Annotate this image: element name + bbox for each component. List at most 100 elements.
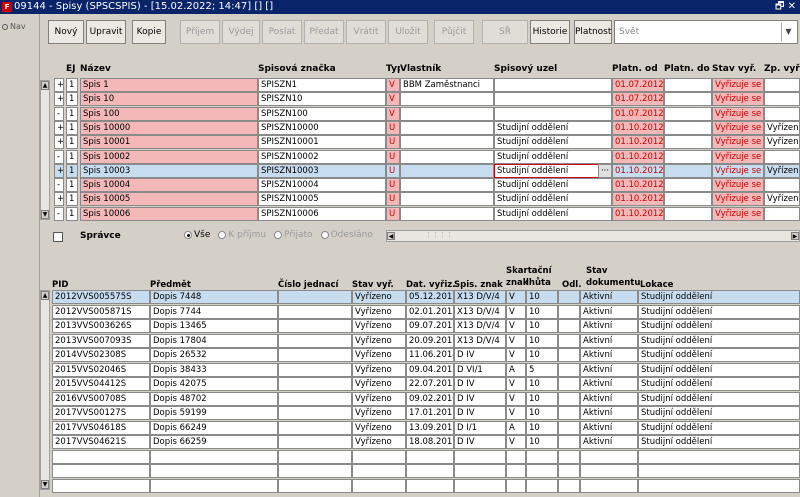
- cell-od[interactable]: 01.10.2012: [612, 135, 664, 150]
- cell-uzel[interactable]: Studijní oddělení: [494, 120, 612, 135]
- cell-do[interactable]: [664, 206, 712, 221]
- cell-sd[interactable]: Aktivní: [580, 319, 638, 333]
- col-header-predmet[interactable]: Předmět: [150, 280, 191, 290]
- table-row[interactable]: 2017VVS00127S Dopis 59199 Vyřízeno 17.01.20…: [52, 406, 800, 420]
- col-header-cj[interactable]: Číslo jednací: [278, 280, 338, 290]
- window-controls[interactable]: 🗗 ✕: [775, 0, 796, 14]
- cell-dat[interactable]: [406, 464, 454, 478]
- cell-sd[interactable]: Aktivní: [580, 348, 638, 362]
- cell-do[interactable]: [664, 92, 712, 107]
- cell-od[interactable]: 01.10.2012: [612, 163, 664, 178]
- cell-od[interactable]: 01.07.2012: [612, 92, 664, 107]
- cell-sd[interactable]: Aktivní: [580, 362, 638, 377]
- scroll-up-icon[interactable]: ▲: [41, 291, 49, 300]
- cell-pid[interactable]: 2015VVS04412S: [52, 377, 150, 391]
- chevron-down-icon[interactable]: ▼: [781, 23, 795, 41]
- cell-ej[interactable]: 1: [66, 163, 78, 178]
- cell-ej[interactable]: 1: [66, 192, 78, 207]
- cell-ej[interactable]: 1: [66, 92, 78, 107]
- cell-uzel[interactable]: Studijní oddělení: [494, 149, 612, 164]
- table-row[interactable]: -1 Spis 100 SPISZN100 V 01.07.2012 Vyřizuje s…: [52, 106, 800, 121]
- filter-radio-0[interactable]: Vše: [184, 230, 210, 240]
- cell-dat[interactable]: 22.07.2015: [406, 377, 454, 391]
- cell-znak[interactable]: V: [506, 304, 526, 319]
- cell-predmet[interactable]: Dopis 38433: [150, 362, 278, 377]
- filter-hscroll[interactable]: ◀ ⋮⋮⋮⋮ ▶: [386, 230, 800, 242]
- cell-stav[interactable]: Vyřízeno: [352, 435, 406, 449]
- cell-typ[interactable]: V: [386, 92, 400, 107]
- cell-spisova[interactable]: SPISZN10005: [258, 192, 386, 207]
- col-header-sd1[interactable]: Stav: [586, 266, 607, 276]
- cell-spisova[interactable]: SPISZN10000: [258, 120, 386, 135]
- cell-do[interactable]: [664, 106, 712, 121]
- cell-name[interactable]: Spis 10001: [80, 135, 258, 150]
- table-row[interactable]: 2013VVS003626S Dopis 13465 Vyřízeno 09.07.2…: [52, 319, 800, 333]
- col-header-stav[interactable]: Stav vyř.: [712, 58, 764, 76]
- cell-sd[interactable]: Aktivní: [580, 406, 638, 420]
- cell-znak[interactable]: [506, 449, 526, 464]
- table-row[interactable]: 2012VVS005871S Dopis 7744 Vyřízeno 02.01.20…: [52, 304, 800, 319]
- cell-exp[interactable]: -: [54, 106, 64, 121]
- cell-cj[interactable]: [278, 449, 352, 464]
- cell-uzel[interactable]: [494, 106, 612, 121]
- cell-odl[interactable]: [558, 449, 580, 464]
- cell-zp[interactable]: [764, 106, 800, 121]
- cell-odl[interactable]: [558, 319, 580, 333]
- table-row[interactable]: +1 Spis 10000 SPISZN10000 U Studijní oddělen…: [52, 120, 800, 135]
- col-header-platn_do[interactable]: Platn. do: [664, 58, 712, 76]
- cell-dat[interactable]: [406, 449, 454, 464]
- table-row[interactable]: -1 Spis 10004 SPISZN10004 U Studijní oddělen…: [52, 178, 800, 193]
- cell-spis[interactable]: [454, 478, 506, 493]
- scroll-up-icon[interactable]: ▲: [41, 81, 49, 90]
- cell-stav[interactable]: Vyřízeno: [352, 319, 406, 333]
- cell-stav[interactable]: Vyřizuje se: [712, 192, 764, 207]
- cell-cj[interactable]: [278, 348, 352, 362]
- cell-pid[interactable]: [52, 449, 150, 464]
- cell-stav[interactable]: Vyřízeno: [352, 304, 406, 319]
- cell-dat[interactable]: 11.06.2014: [406, 348, 454, 362]
- cell-stav[interactable]: Vyřízeno: [352, 290, 406, 304]
- col-header-pid[interactable]: PID: [52, 280, 68, 290]
- cell-typ[interactable]: U: [386, 206, 400, 221]
- scroll-down-icon[interactable]: ▼: [41, 210, 49, 219]
- scroll-right-icon[interactable]: ▶: [791, 232, 799, 240]
- cell-sd[interactable]: Aktivní: [580, 290, 638, 304]
- cell-spisova[interactable]: SPISZN10002: [258, 149, 386, 164]
- ellipsis-button[interactable]: ···: [598, 163, 612, 178]
- cell-name[interactable]: Spis 100: [80, 106, 258, 121]
- col-header-spis[interactable]: Spis. znak: [454, 280, 503, 290]
- cell-od[interactable]: 01.10.2012: [612, 206, 664, 221]
- cell-dat[interactable]: [406, 478, 454, 493]
- cell-znak[interactable]: [506, 478, 526, 493]
- kopie-button[interactable]: Kopie: [132, 20, 166, 44]
- cell-cj[interactable]: [278, 304, 352, 319]
- col-header-odl[interactable]: Odl.: [562, 280, 581, 290]
- cell-lhuta[interactable]: [526, 464, 558, 478]
- cell-name[interactable]: Spis 10006: [80, 206, 258, 221]
- cell-stav[interactable]: Vyřízeno: [352, 406, 406, 420]
- table-row[interactable]: [52, 478, 800, 493]
- cell-stav[interactable]: Vyřizuje se: [712, 163, 764, 178]
- cell-lok[interactable]: Studijní oddělení: [638, 435, 800, 449]
- cell-zp[interactable]: [764, 78, 800, 92]
- cell-uzel[interactable]: Studijní oddělení: [494, 192, 612, 207]
- cell-odl[interactable]: [558, 348, 580, 362]
- filter-radio-1[interactable]: K příjmu: [218, 230, 266, 240]
- cell-vlastnik[interactable]: [400, 106, 494, 121]
- cell-typ[interactable]: V: [386, 106, 400, 121]
- cell-ej[interactable]: 1: [66, 135, 78, 150]
- cell-lhuta[interactable]: 10: [526, 333, 558, 348]
- table-row[interactable]: -1 Spis 10002 SPISZN10002 U Studijní oddělen…: [52, 149, 800, 164]
- table-row[interactable]: [52, 464, 800, 478]
- table-row[interactable]: +1 Spis 10005 SPISZN10005 U Studijní oddělen…: [52, 192, 800, 207]
- cell-lok[interactable]: Studijní oddělení: [638, 319, 800, 333]
- cell-spis[interactable]: D IV: [454, 348, 506, 362]
- nav-toggle[interactable]: Nav: [2, 22, 26, 31]
- cell-uzel[interactable]: Studijní oddělení: [494, 163, 612, 178]
- cell-lok[interactable]: Studijní oddělení: [638, 333, 800, 348]
- cell-exp[interactable]: +: [54, 135, 64, 150]
- cell-exp[interactable]: +: [54, 78, 64, 92]
- col-header-zp[interactable]: Zp. vyř: [764, 58, 800, 76]
- cell-lhuta[interactable]: 10: [526, 391, 558, 406]
- cell-od[interactable]: 01.10.2012: [612, 178, 664, 193]
